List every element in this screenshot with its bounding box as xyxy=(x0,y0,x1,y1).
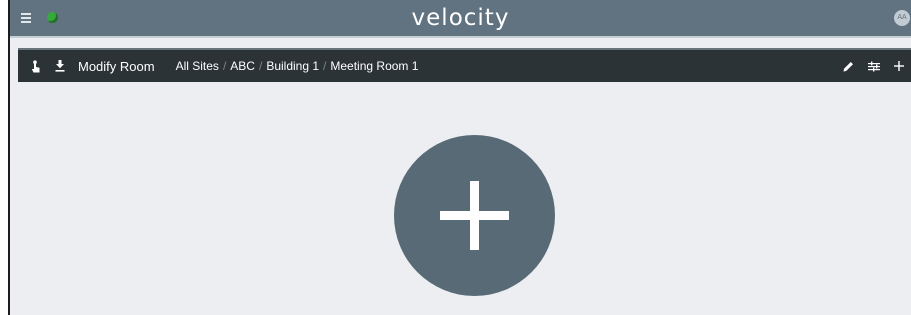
toolbar-actions xyxy=(843,61,904,72)
breadcrumb-room[interactable]: Meeting Room 1 xyxy=(330,59,418,73)
add-icon[interactable] xyxy=(894,61,904,71)
breadcrumb-separator: / xyxy=(258,59,263,73)
breadcrumb-building[interactable]: Building 1 xyxy=(266,59,319,73)
download-icon[interactable] xyxy=(54,59,66,73)
breadcrumb-separator: / xyxy=(323,59,327,73)
breadcrumb-site[interactable]: ABC xyxy=(230,59,255,73)
breadcrumb-separator: / xyxy=(222,59,227,73)
velocity-logo: velocity xyxy=(411,5,510,31)
touch-icon[interactable] xyxy=(30,59,42,73)
room-toolbar: Modify Room All Sites / ABC / Building 1… xyxy=(18,48,911,82)
app-frame: velocity AA Modify Room All Sites / ABC … xyxy=(8,0,911,315)
user-avatar[interactable]: AA xyxy=(894,10,910,26)
page-title: Modify Room xyxy=(78,58,155,74)
breadcrumb: All Sites / ABC / Building 1 / Meeting R… xyxy=(176,59,419,73)
top-navigation-bar: velocity AA xyxy=(10,0,911,38)
add-device-button[interactable] xyxy=(394,135,555,296)
edit-icon[interactable] xyxy=(843,61,854,72)
settings-sliders-icon[interactable] xyxy=(868,61,880,72)
breadcrumb-all-sites[interactable]: All Sites xyxy=(176,59,219,73)
